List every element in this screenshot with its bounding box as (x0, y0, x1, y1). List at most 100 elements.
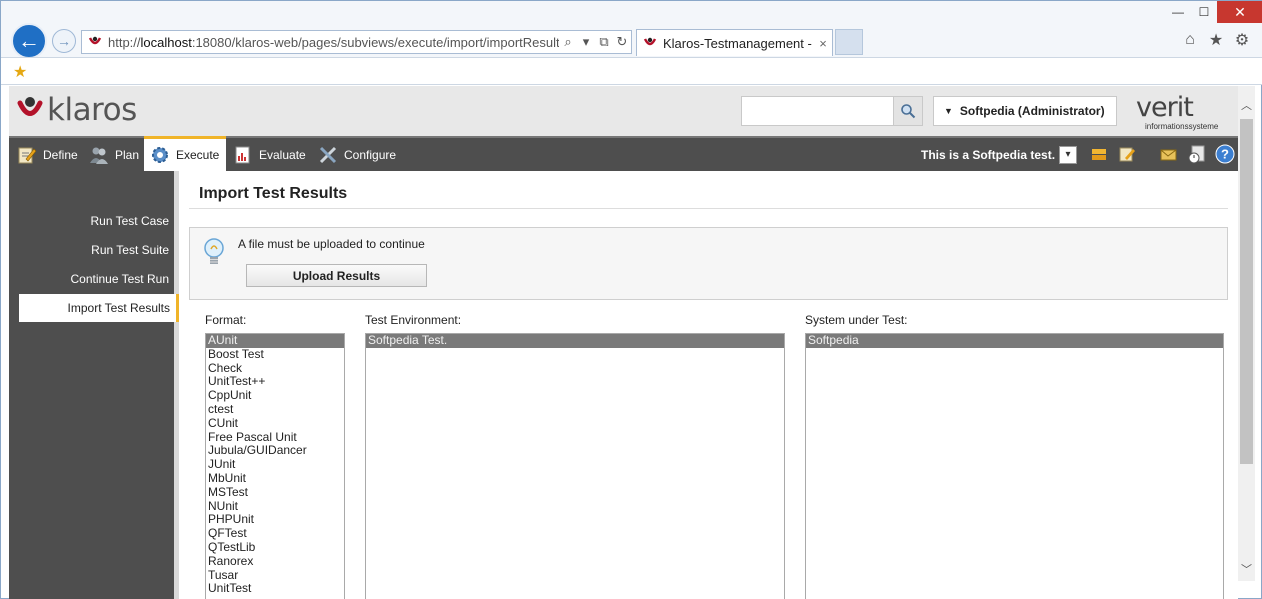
tab-execute-label: Execute (176, 148, 220, 162)
list-item[interactable]: JUnit (206, 457, 344, 472)
tab-define[interactable]: Define (11, 138, 84, 171)
list-item[interactable]: NUnit (206, 499, 344, 514)
sidebar-item-import-test-results[interactable]: Import Test Results (19, 294, 179, 322)
favorites-star-icon[interactable]: ★ (1207, 31, 1225, 49)
sidebar-item-continue-test-run[interactable]: Continue Test Run (9, 265, 175, 293)
project-name: This is a Softpedia test. (921, 147, 1056, 162)
scroll-up-icon[interactable]: ︿ (1238, 96, 1255, 113)
scroll-down-icon[interactable]: ﹀ (1238, 560, 1255, 577)
tab-execute[interactable]: Execute (144, 136, 226, 171)
browser-tab-active[interactable]: Klaros-Testmanagement - ... × (636, 29, 833, 56)
list-item[interactable]: Tusar (206, 568, 344, 583)
main-nav: Define Plan Execute Evaluate Configure T… (9, 136, 1238, 171)
chevron-down-icon[interactable]: ▾ (1059, 145, 1078, 164)
page-scrollbar[interactable]: ︿ ﹀ (1238, 86, 1255, 581)
klaros-logo[interactable]: klaros (17, 92, 137, 128)
caret-down-icon: ▼ (944, 106, 953, 116)
list-item[interactable]: QTestLib (206, 540, 344, 555)
sidebar: Run Test Case Run Test Suite Continue Te… (9, 171, 179, 599)
list-item[interactable]: MbUnit (206, 471, 344, 486)
add-favorite-icon[interactable]: ★ (13, 62, 27, 82)
report-icon (235, 146, 250, 163)
settings-gear-icon[interactable]: ⚙ (1233, 31, 1251, 49)
system-under-test-listbox[interactable]: Softpedia (805, 333, 1224, 599)
back-button[interactable]: ← (11, 23, 47, 59)
browser-tools: ⌂ ★ ⚙ (1181, 31, 1251, 49)
close-window-button[interactable]: ✕ (1217, 1, 1262, 23)
people-icon (90, 147, 108, 164)
list-item[interactable]: CppUnit (206, 388, 344, 403)
favorites-bar: ★ (1, 57, 1262, 85)
tab-define-label: Define (43, 147, 78, 162)
search-input[interactable] (741, 96, 894, 126)
tab-configure-label: Configure (344, 147, 397, 162)
list-item[interactable]: Free Pascal Unit (206, 430, 344, 445)
project-select[interactable]: This is a Softpedia test. ▾ (921, 144, 1078, 165)
list-item[interactable]: Check (206, 361, 344, 376)
tab-evaluate[interactable]: Evaluate (227, 138, 312, 171)
url-scheme: http:// (108, 34, 141, 50)
forward-button[interactable]: → (52, 29, 76, 53)
window-controls: — ☐ ✕ (1165, 1, 1262, 23)
verit-logo-subtitle: informationssysteme (1145, 122, 1219, 131)
clock-document-icon[interactable] (1187, 144, 1207, 164)
format-listbox[interactable]: AUnit Boost Test Check UnitTest++ CppUnit cte… (205, 333, 345, 599)
list-item[interactable]: AUnit (206, 334, 344, 348)
klaros-favicon-icon (643, 37, 657, 46)
list-item[interactable]: CUnit (206, 416, 344, 431)
verit-logo: verit informationssysteme (1136, 92, 1231, 132)
user-name: Softpedia (Administrator) (959, 104, 1105, 118)
dropdown-arrow-icon[interactable]: ▾ (577, 34, 595, 50)
minimize-button[interactable]: — (1165, 1, 1191, 23)
upload-results-button[interactable]: Upload Results (246, 264, 427, 287)
address-url[interactable]: http://localhost:18080/klaros-web/pages/… (108, 35, 559, 50)
folder-stack-icon[interactable] (1089, 144, 1109, 164)
list-item[interactable]: Softpedia Test. (366, 334, 784, 348)
pencil-note-icon (18, 147, 37, 163)
list-item[interactable]: Softpedia (806, 334, 1223, 348)
test-environment-listbox[interactable]: Softpedia Test. (365, 333, 785, 599)
tab-configure[interactable]: Configure (312, 138, 402, 171)
logo-text: klaros (47, 92, 137, 128)
message-icon[interactable] (1159, 144, 1179, 164)
list-item[interactable]: Jubula/GUIDancer (206, 444, 344, 458)
title-divider (189, 208, 1228, 209)
url-path: :18080/klaros-web/pages/subviews/execute… (191, 34, 559, 50)
gear-icon (152, 147, 168, 163)
edit-note-icon[interactable] (1117, 144, 1137, 164)
address-bar[interactable]: http://localhost:18080/klaros-web/pages/… (81, 30, 632, 54)
list-item[interactable]: MSTest (206, 485, 344, 500)
scrollbar-thumb[interactable] (1240, 119, 1253, 464)
lightbulb-icon (204, 238, 224, 264)
list-item[interactable]: UnitTest++ (206, 375, 344, 389)
klaros-favicon-icon (88, 36, 102, 45)
notice-message: A file must be uploaded to continue (238, 237, 425, 251)
svg-text:?: ? (1221, 147, 1229, 162)
list-item[interactable]: PHPUnit (206, 513, 344, 527)
list-item[interactable]: UnitTest (206, 582, 344, 596)
sidebar-item-run-test-case[interactable]: Run Test Case (9, 207, 175, 235)
list-item[interactable]: QFTest (206, 526, 344, 541)
home-icon[interactable]: ⌂ (1181, 31, 1199, 49)
list-item[interactable]: ctest (206, 402, 344, 417)
user-dropdown[interactable]: ▼ Softpedia (Administrator) (933, 96, 1117, 126)
tab-evaluate-label: Evaluate (259, 147, 306, 162)
maximize-button[interactable]: ☐ (1191, 1, 1217, 23)
format-label: Format: (205, 313, 247, 327)
verit-logo-text: verit (1136, 92, 1194, 123)
new-tab-button[interactable] (835, 29, 863, 55)
klaros-app: klaros ▼ Softpedia (Administrator) verit… (9, 86, 1238, 599)
list-item[interactable]: Ranorex (206, 554, 344, 569)
search-icon[interactable]: ⌕ (559, 34, 577, 50)
notice-panel: A file must be uploaded to continue Uplo… (189, 227, 1228, 300)
sidebar-item-run-test-suite[interactable]: Run Test Suite (9, 236, 175, 264)
list-item[interactable]: Boost Test (206, 347, 344, 362)
tab-plan[interactable]: Plan (83, 138, 145, 171)
compatibility-view-icon[interactable]: ⧉ (595, 34, 613, 50)
app-header: klaros ▼ Softpedia (Administrator) verit… (9, 86, 1238, 136)
tab-close-icon[interactable]: × (814, 36, 832, 51)
refresh-icon[interactable]: ↻ (613, 34, 631, 50)
search-button[interactable] (893, 96, 923, 126)
help-icon[interactable]: ? (1215, 144, 1235, 164)
klaros-mark-icon (17, 97, 43, 116)
